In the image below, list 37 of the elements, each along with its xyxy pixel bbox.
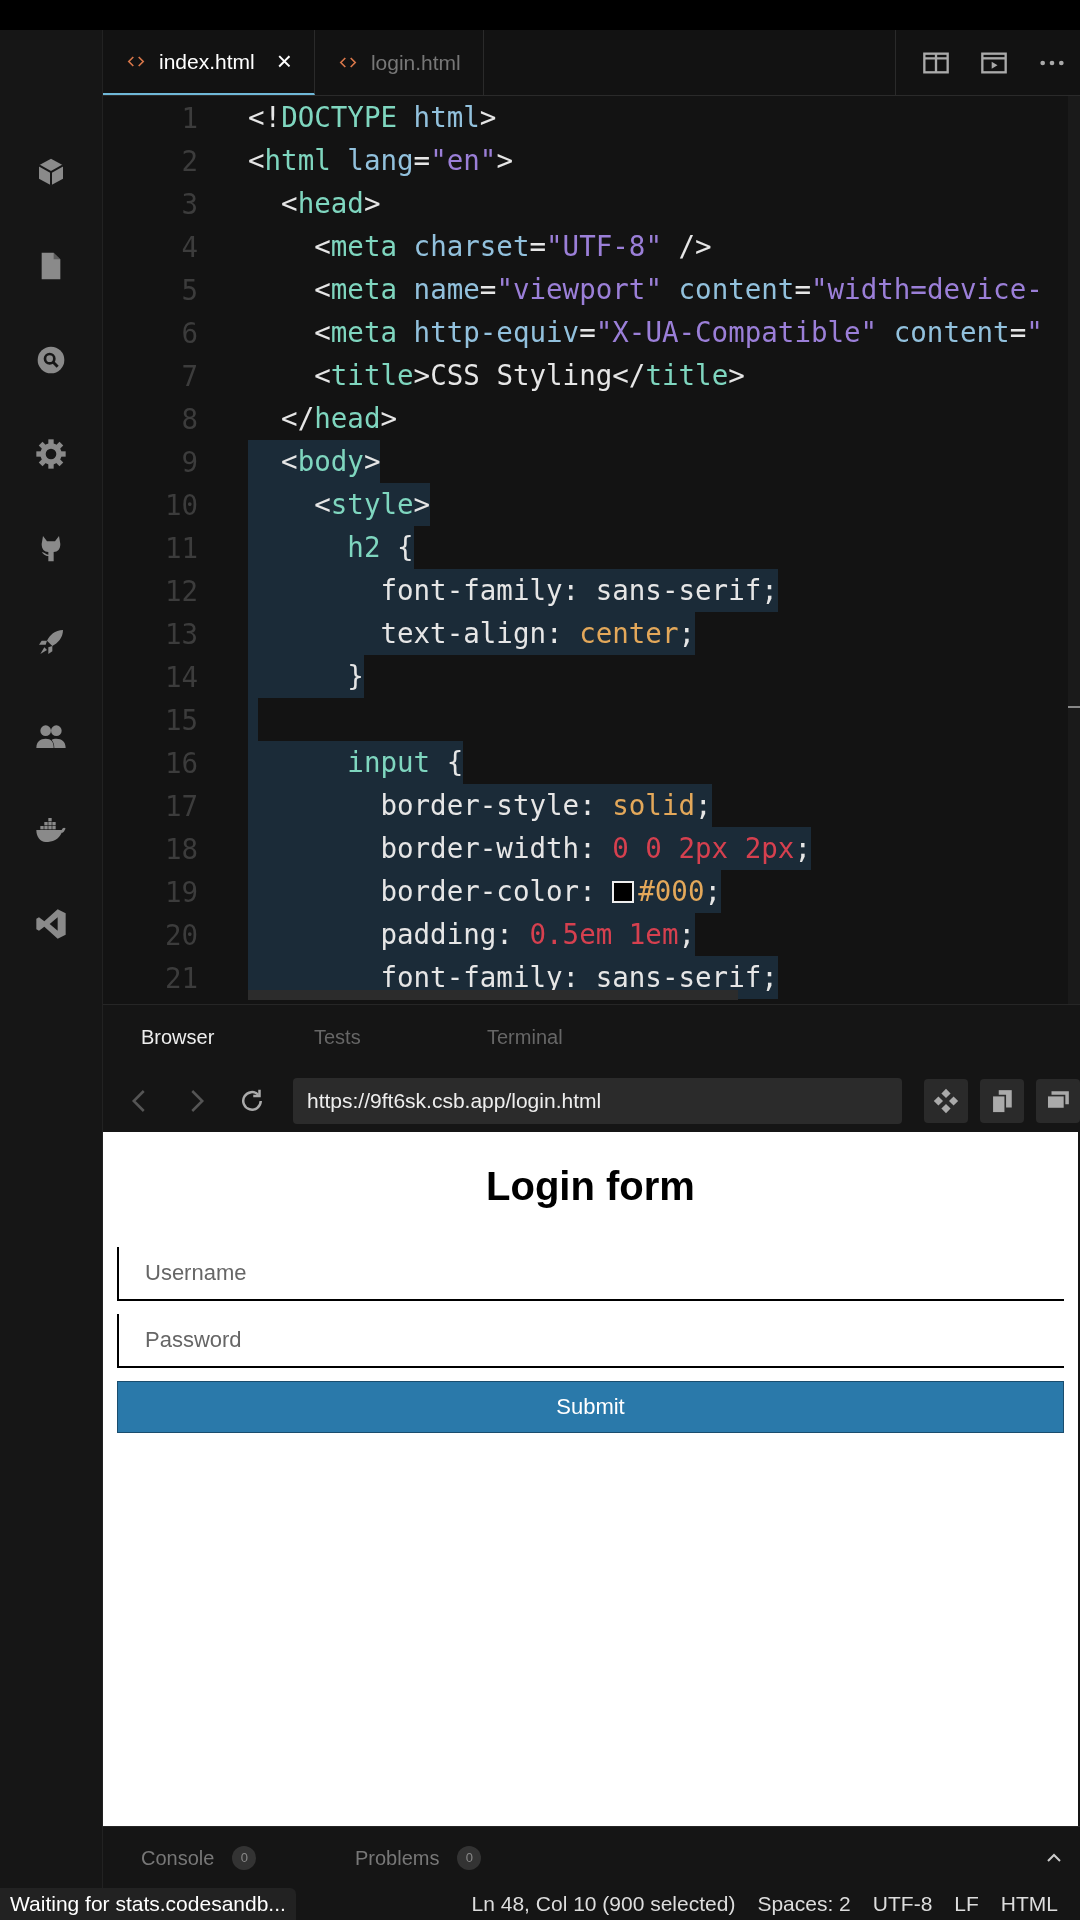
close-icon[interactable]: × <box>276 46 292 77</box>
form-heading: Login form <box>485 1164 696 1209</box>
editor-tab[interactable]: login.html <box>314 30 484 95</box>
scrollbar[interactable] <box>1068 96 1080 1004</box>
code-line: <head> <box>280 186 381 221</box>
ribbon-icon[interactable] <box>35 908 67 940</box>
code-line: <meta name="viewport" content="width=device- <box>313 272 1043 307</box>
input-field[interactable]: Password <box>117 1314 1064 1368</box>
status-item[interactable]: UTF-8 <box>872 1892 933 1916</box>
settings-icon[interactable] <box>35 438 67 470</box>
count-badge: 0 <box>457 1846 482 1870</box>
submit-button[interactable]: Submit <box>117 1381 1064 1433</box>
horizontal-scrollbar[interactable] <box>248 990 738 1000</box>
code-line: <meta charset="UTF-8" /> <box>313 229 712 264</box>
status-item[interactable]: Spaces: 2 <box>757 1892 851 1916</box>
url-field[interactable]: https://9ft6sk.csb.app/login.html <box>293 1078 902 1124</box>
code-line: <title>CSS Styling</title> <box>313 358 745 393</box>
input-field[interactable]: Username <box>117 1247 1064 1301</box>
count-badge: 0 <box>232 1846 257 1870</box>
panel-tab[interactable]: Browser <box>103 1026 276 1049</box>
code-line: <html lang="en"> <box>248 143 513 178</box>
diamond-grid-icon <box>933 1088 959 1114</box>
code-line: <meta http-equiv="X-UA-Compatible" content=" <box>313 315 1043 350</box>
status-item[interactable]: HTML <box>1000 1892 1058 1916</box>
status-item[interactable]: LF <box>954 1892 979 1916</box>
code-icon <box>338 56 357 69</box>
diamond-grid-button[interactable] <box>924 1079 968 1123</box>
search-icon[interactable] <box>35 344 67 376</box>
copy-button[interactable] <box>980 1079 1024 1123</box>
code-line: <!DOCTYPE html> <box>248 100 497 135</box>
status-item[interactable]: Ln 48, Col 10 (900 selected) <box>471 1892 736 1916</box>
status-message: Waiting for stats.codesandb... <box>0 1888 296 1920</box>
panel-tab[interactable]: Problems <box>355 1846 440 1870</box>
code-line: </head> <box>280 401 398 436</box>
windows-button[interactable] <box>1036 1079 1080 1123</box>
code-icon <box>127 55 145 68</box>
panel-tab[interactable]: Console <box>141 1846 215 1870</box>
